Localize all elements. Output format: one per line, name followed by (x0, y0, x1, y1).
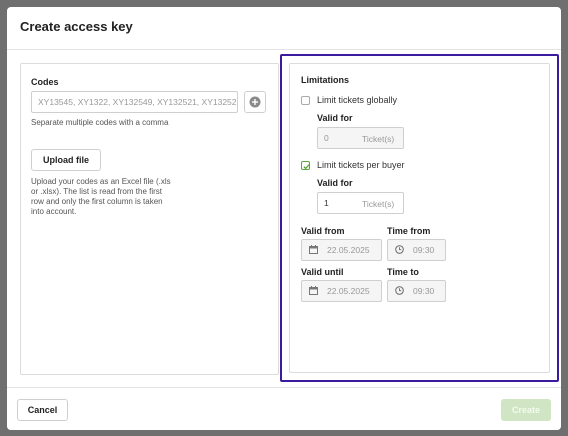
valid-until-label: Valid until (301, 267, 344, 277)
per-buyer-valid-for-label: Valid for (317, 178, 353, 188)
limit-global-label: Limit tickets globally (317, 95, 398, 105)
codes-label: Codes (31, 77, 59, 87)
upload-file-label: Upload file (42, 155, 89, 165)
create-access-key-dialog: Create access key Codes XY13545, XY1322,… (7, 7, 561, 430)
valid-from-date: 22.05.2025 (327, 245, 370, 255)
dialog-footer: Cancel Create (7, 387, 561, 430)
clock-icon (395, 286, 404, 295)
clock-icon (395, 245, 404, 254)
cancel-label: Cancel (27, 405, 58, 415)
checkmark-icon (303, 164, 310, 170)
global-valid-for-label: Valid for (317, 113, 353, 123)
global-tickets-unit: Ticket(s) (362, 134, 395, 144)
codes-separator-hint: Separate multiple codes with a comma (31, 118, 169, 127)
time-to-value: 09:30 (413, 286, 435, 296)
codes-panel: Codes XY13545, XY1322, XY132549, XY13252… (20, 63, 279, 375)
valid-until-date: 22.05.2025 (327, 286, 370, 296)
codes-placeholder: XY13545, XY1322, XY132549, XY132521, XY1… (38, 97, 237, 107)
calendar-icon (309, 245, 318, 254)
per-buyer-tickets-value: 1 (324, 198, 329, 208)
per-buyer-tickets-unit: Ticket(s) (362, 199, 395, 209)
time-from-value: 09:30 (413, 245, 435, 255)
limit-per-buyer-checkbox[interactable] (301, 161, 310, 170)
codes-input[interactable]: XY13545, XY1322, XY132549, XY132521, XY1… (31, 91, 238, 113)
upload-hint: Upload your codes as an Excel file (.xls… (31, 177, 171, 216)
limit-per-buyer-label: Limit tickets per buyer (317, 160, 405, 170)
create-button[interactable]: Create (501, 399, 551, 421)
limit-global-checkbox[interactable] (301, 96, 310, 105)
dialog-title: Create access key (20, 19, 133, 34)
calendar-icon (309, 286, 318, 295)
time-from-label: Time from (387, 226, 431, 236)
valid-from-label: Valid from (301, 226, 345, 236)
time-to-label: Time to (387, 267, 419, 277)
add-code-button[interactable] (244, 91, 266, 113)
limitations-panel: Limitations Limit tickets globally Valid… (289, 63, 550, 373)
cancel-button[interactable]: Cancel (17, 399, 68, 421)
add-circle-icon (249, 96, 261, 108)
dialog-header: Create access key (7, 7, 561, 50)
limitations-title: Limitations (301, 75, 350, 85)
create-label: Create (511, 405, 540, 415)
global-tickets-value: 0 (324, 133, 329, 143)
upload-file-button[interactable]: Upload file (31, 149, 101, 171)
